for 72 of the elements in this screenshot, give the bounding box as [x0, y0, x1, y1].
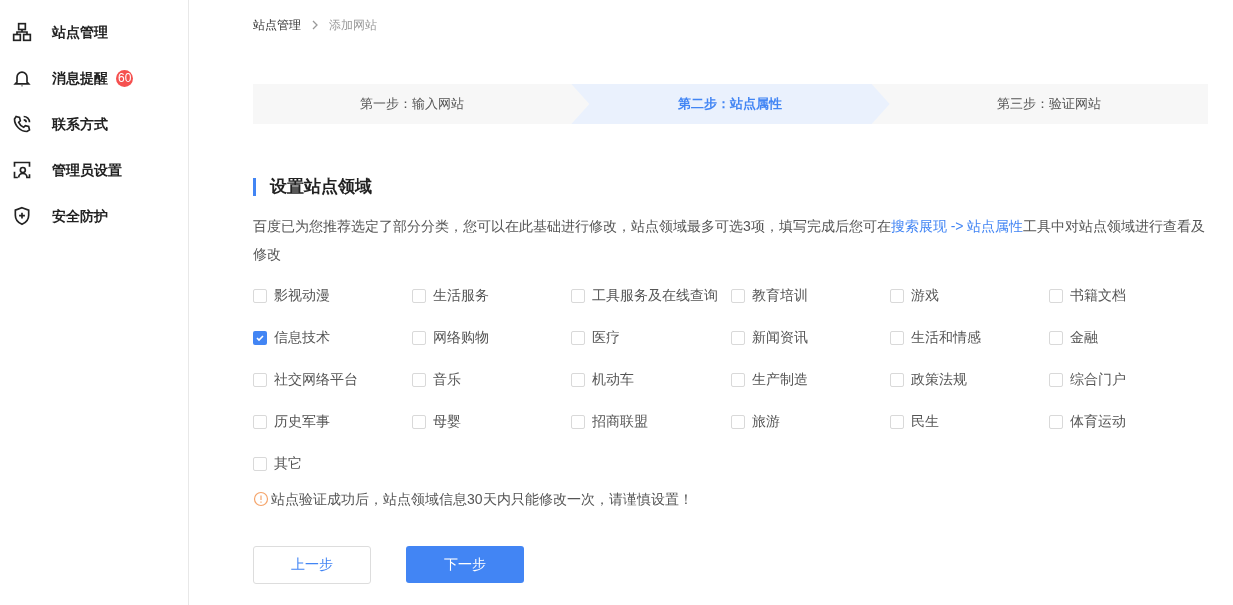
- checkbox[interactable]: [253, 372, 267, 387]
- checkbox[interactable]: [730, 372, 745, 387]
- checkbox[interactable]: [889, 330, 904, 345]
- count-badge: 60: [116, 69, 134, 87]
- checkbox[interactable]: [1048, 372, 1063, 387]
- shield-plus-icon: [12, 206, 32, 226]
- checkbox[interactable]: [889, 372, 904, 387]
- checkbox[interactable]: [1048, 414, 1063, 429]
- category-checkbox[interactable]: 游戏: [889, 274, 1049, 317]
- checkbox[interactable]: [253, 330, 267, 345]
- checkbox[interactable]: [412, 372, 427, 387]
- checkbox[interactable]: [412, 330, 427, 345]
- category-checkbox[interactable]: 社交网络平台: [253, 358, 413, 401]
- category-checkbox[interactable]: 生产制造: [730, 358, 890, 401]
- chevron-right-icon: [311, 20, 319, 30]
- category-checkbox[interactable]: 机动车: [571, 358, 731, 401]
- sidebar-item[interactable]: 管理员设置: [12, 159, 122, 181]
- category-checkbox[interactable]: 历史军事: [253, 400, 413, 443]
- search-display-link[interactable]: 搜索展现 -> 站点属性: [890, 217, 1024, 234]
- check-icon: [255, 332, 265, 343]
- checkbox[interactable]: [889, 288, 904, 303]
- category-checkbox[interactable]: 生活和情感: [889, 316, 1049, 359]
- next-button[interactable]: 下一步: [406, 545, 524, 583]
- checkbox[interactable]: [412, 288, 427, 303]
- category-checkbox[interactable]: 新闻资讯: [730, 316, 890, 359]
- category-checkbox[interactable]: 其它: [253, 442, 413, 485]
- category-checkbox[interactable]: 母婴: [412, 400, 572, 443]
- checkbox[interactable]: [1048, 288, 1063, 303]
- warning-text: 站点验证成功后，站点领域信息30天内只能修改一次，请谨慎设置！: [271, 489, 693, 509]
- warning-icon: [253, 491, 269, 507]
- checkbox[interactable]: [730, 288, 745, 303]
- category-checkbox[interactable]: 影视动漫: [253, 274, 413, 317]
- category-checkbox[interactable]: 书籍文档: [1048, 274, 1208, 317]
- sidebar-item[interactable]: 联系方式: [12, 113, 108, 135]
- category-checkbox[interactable]: 民生: [889, 400, 1049, 443]
- checkbox[interactable]: [253, 414, 267, 429]
- description-text: 百度已为您推荐选定了部分分类，您可以在此基础进行修改，站点领域最多可选3项，填写完成后您可在搜索展现 -> 站点属性工具中对站点领域进行查看及修改: [253, 216, 1207, 264]
- breadcrumb-item[interactable]: 站点管理: [253, 16, 301, 34]
- sidebar-item[interactable]: 站点管理: [12, 21, 108, 43]
- category-checkbox[interactable]: 信息技术: [253, 316, 413, 359]
- previous-button[interactable]: 上一步: [253, 545, 371, 584]
- checkbox[interactable]: [889, 414, 904, 429]
- sitemap-icon: [12, 22, 32, 42]
- checkbox[interactable]: [253, 288, 267, 303]
- category-checkbox[interactable]: 招商联盟: [571, 400, 731, 443]
- checkbox[interactable]: [730, 330, 745, 345]
- checkbox[interactable]: [1048, 330, 1063, 345]
- checkbox[interactable]: [571, 414, 586, 429]
- category-checkbox[interactable]: 政策法规: [889, 358, 1049, 401]
- section-title: 设置站点领域: [270, 176, 372, 198]
- checkbox[interactable]: [571, 372, 586, 387]
- category-checkbox[interactable]: 金融: [1048, 316, 1208, 359]
- checkbox[interactable]: [412, 414, 427, 429]
- checkbox[interactable]: [571, 330, 586, 345]
- checkbox[interactable]: [571, 288, 586, 303]
- phone-icon: [12, 114, 32, 134]
- category-checkbox[interactable]: 体育运动: [1048, 400, 1208, 443]
- checkbox[interactable]: [253, 456, 267, 471]
- category-checkbox[interactable]: 综合门户: [1048, 358, 1208, 401]
- category-checkbox[interactable]: 医疗: [571, 316, 731, 359]
- category-checkbox[interactable]: 生活服务: [412, 274, 572, 317]
- category-checkbox[interactable]: 工具服务及在线查询: [571, 274, 731, 317]
- breadcrumb-item: 添加网站: [329, 17, 377, 34]
- category-checkbox[interactable]: 音乐: [412, 358, 572, 401]
- sidebar-item[interactable]: 消息提醒: [12, 67, 108, 89]
- category-checkbox[interactable]: 旅游: [730, 400, 890, 443]
- category-checkbox[interactable]: 网络购物: [412, 316, 572, 359]
- category-checkbox[interactable]: 教育培训: [730, 274, 890, 317]
- bell-icon: [12, 68, 32, 88]
- sidebar-item[interactable]: 安全防护: [12, 205, 108, 227]
- checkbox[interactable]: [730, 414, 745, 429]
- user-card-icon: [12, 160, 32, 180]
